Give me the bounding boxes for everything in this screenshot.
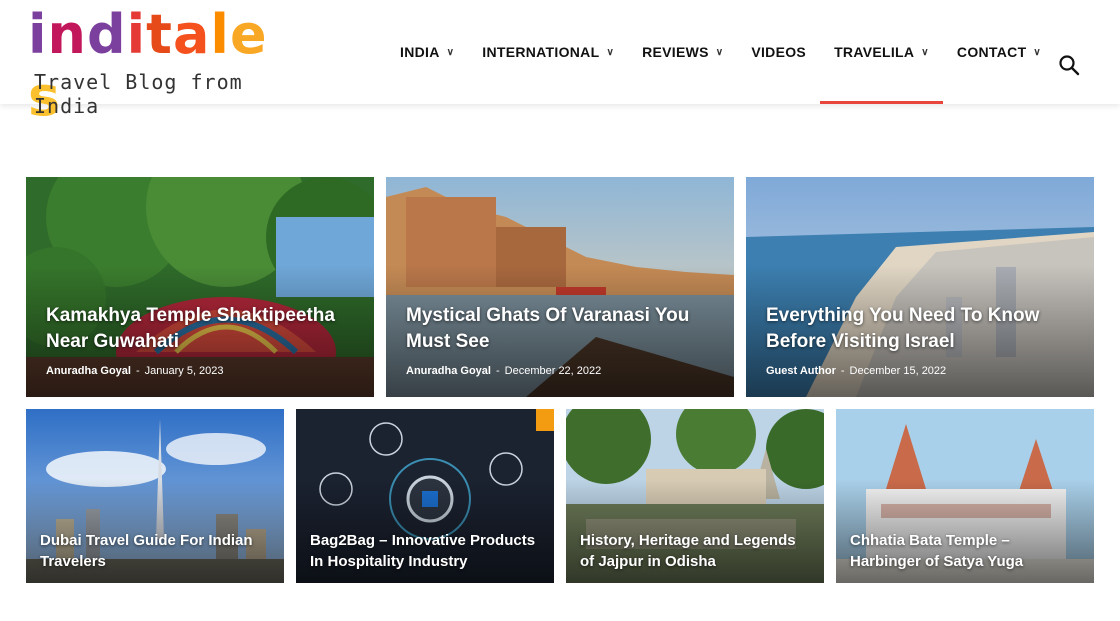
post-author[interactable]: Anuradha Goyal (46, 365, 131, 377)
post-title[interactable]: Dubai Travel Guide For Indian Travelers (40, 530, 270, 572)
nav-item-india[interactable]: INDIA ∨ (386, 0, 468, 104)
post-meta: Guest Author - December 15, 2022 (766, 365, 947, 377)
post-date: December 15, 2022 (849, 365, 947, 377)
post-card[interactable]: Bag2Bag – Innovative Products In Hospita… (296, 409, 554, 583)
nav-item-label: INTERNATIONAL (482, 44, 600, 60)
nav-item-reviews[interactable]: REVIEWS ∨ (628, 0, 737, 104)
nav-item-label: REVIEWS (642, 44, 709, 60)
chevron-down-icon: ∨ (921, 46, 929, 58)
site-header: inditales Travel Blog from India INDIA ∨ I… (0, 0, 1120, 128)
nav-item-label: INDIA (400, 44, 440, 60)
chevron-down-icon: ∨ (715, 46, 724, 58)
post-title[interactable]: History, Heritage and Legends of Jajpur … (580, 530, 810, 572)
logo-letter: d (86, 3, 127, 66)
post-title[interactable]: Everything You Need To Know Before Visit… (766, 303, 1076, 355)
post-author[interactable]: Guest Author (766, 365, 836, 377)
post-meta: Anuradha Goyal - January 5, 2023 (46, 365, 224, 377)
featured-post-card[interactable]: Mystical Ghats Of Varanasi You Must See … (386, 177, 734, 397)
logo-letter: e (229, 3, 268, 66)
post-date: December 22, 2022 (504, 365, 602, 377)
search-icon[interactable] (1058, 54, 1080, 76)
post-title[interactable]: Bag2Bag – Innovative Products In Hospita… (310, 530, 540, 572)
logo-letter: l (210, 3, 230, 66)
logo-letter: t (146, 3, 173, 66)
nav-item-label: CONTACT (956, 44, 1027, 60)
logo-letter: i (28, 3, 48, 66)
post-meta: Anuradha Goyal - December 22, 2022 (406, 365, 602, 377)
featured-post-card[interactable]: Kamakhya Temple Shaktipeetha Near Guwaha… (26, 177, 374, 397)
site-logo[interactable]: inditales Travel Blog from India (28, 3, 298, 128)
chevron-down-icon: ∨ (606, 46, 615, 58)
main-nav: INDIA ∨ INTERNATIONAL ∨ REVIEWS ∨ VIDEOS TRAVEL… (386, 0, 1055, 104)
post-author[interactable]: Anuradha Goyal (406, 365, 491, 377)
post-date: January 5, 2023 (144, 365, 224, 377)
logo-tagline: Travel Blog from India (34, 70, 243, 118)
nav-item-videos[interactable]: VIDEOS (737, 0, 820, 104)
nav-item-travelila[interactable]: TRAVELILA ∨ (820, 0, 943, 104)
chevron-down-icon: ∨ (446, 46, 455, 58)
logo-letter: n (47, 3, 87, 66)
post-card[interactable]: History, Heritage and Legends of Jajpur … (566, 409, 824, 583)
nav-item-label: TRAVELILA (834, 44, 915, 60)
nav-item-label: VIDEOS (751, 44, 807, 60)
nav-item-contact[interactable]: CONTACT ∨ (943, 0, 1055, 104)
logo-letter: a (172, 3, 211, 66)
logo-letter: i (126, 3, 147, 66)
post-title[interactable]: Kamakhya Temple Shaktipeetha Near Guwaha… (46, 303, 356, 355)
chevron-down-icon: ∨ (1033, 46, 1042, 58)
post-card[interactable]: Dubai Travel Guide For Indian Travelers (26, 409, 284, 583)
post-title[interactable]: Chhatia Bata Temple – Harbinger of Satya… (850, 530, 1080, 572)
post-title[interactable]: Mystical Ghats Of Varanasi You Must See (406, 303, 716, 355)
featured-post-card[interactable]: Everything You Need To Know Before Visit… (746, 177, 1094, 397)
post-card[interactable]: Chhatia Bata Temple – Harbinger of Satya… (836, 409, 1094, 583)
nav-item-international[interactable]: INTERNATIONAL ∨ (468, 0, 628, 104)
